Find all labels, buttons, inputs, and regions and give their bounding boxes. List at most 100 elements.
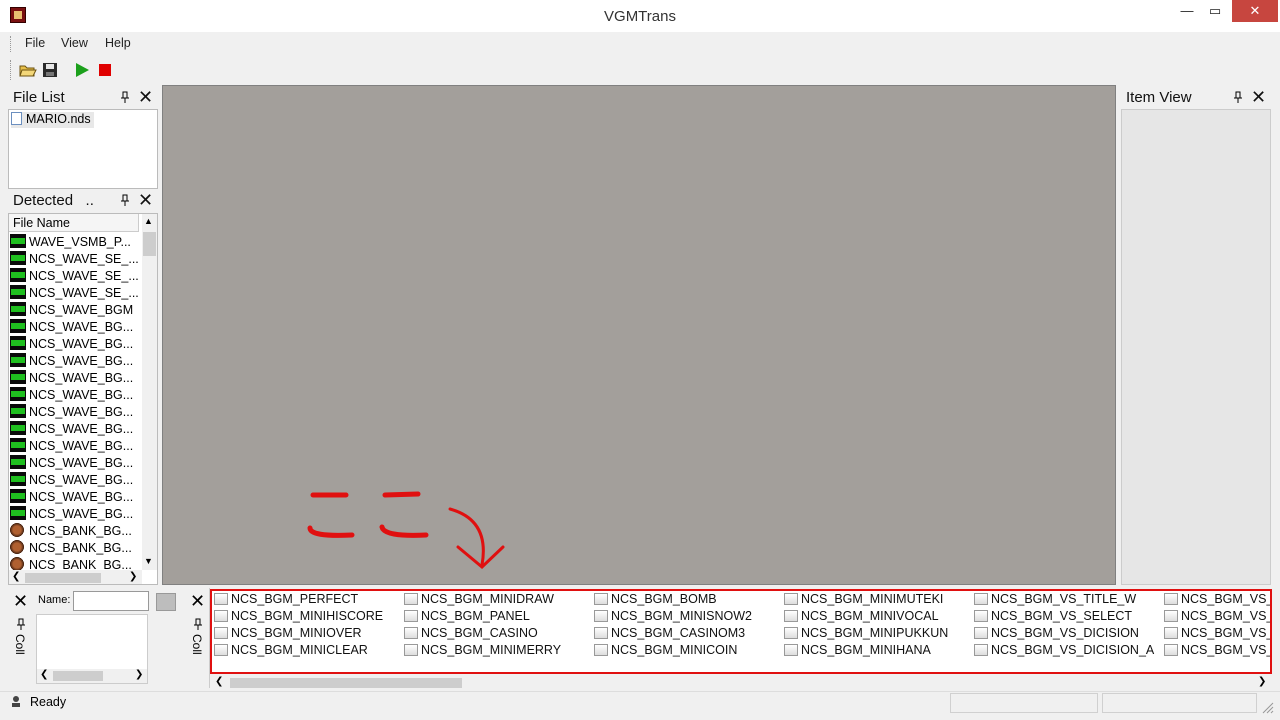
- collection-item[interactable]: NCS_BGM_VS_DICISION: [974, 625, 1139, 642]
- wave-icon: [10, 302, 26, 316]
- bank-icon: [10, 557, 24, 571]
- scroll-up-icon[interactable]: ▲: [144, 216, 153, 226]
- stop-icon[interactable]: [97, 62, 115, 78]
- detected-list-item[interactable]: NCS_WAVE_BG...: [10, 319, 148, 336]
- collection-item[interactable]: NCS_BGM_MINICLEAR: [214, 642, 368, 659]
- collection-label: NCS_BGM_VS_: [1181, 609, 1270, 623]
- file-list-title: File List: [13, 89, 65, 106]
- collection-label: NCS_BGM_MINIVOCAL: [801, 609, 939, 623]
- detected-list-item[interactable]: NCS_BANK_BG...: [10, 540, 148, 557]
- collection-item[interactable]: NCS_BGM_MINISNOW2: [594, 608, 752, 625]
- collection-item[interactable]: NCS_BGM_MINIHISCORE: [214, 608, 383, 625]
- pin-icon[interactable]: [120, 194, 130, 209]
- detected-list-item[interactable]: NCS_WAVE_SE_...: [10, 268, 148, 285]
- scroll-right-icon[interactable]: ❯: [1258, 676, 1266, 687]
- scroll-left-icon[interactable]: ❮: [215, 676, 223, 687]
- collection-item[interactable]: NCS_BGM_MINICOIN: [594, 642, 737, 659]
- detected-list-item[interactable]: NCS_WAVE_BG...: [10, 421, 148, 438]
- open-folder-icon[interactable]: [19, 62, 37, 78]
- detected-item-label: NCS_WAVE_BG...: [29, 388, 134, 402]
- detected-list-item[interactable]: NCS_WAVE_BG...: [10, 438, 148, 455]
- scroll-right-icon[interactable]: ❯: [129, 571, 137, 582]
- collection-icon: [404, 644, 418, 656]
- scroll-left-icon[interactable]: ❮: [12, 571, 20, 582]
- detected-list-item[interactable]: NCS_WAVE_SE_...: [10, 251, 148, 268]
- collection-item[interactable]: NCS_BGM_MINIVOCAL: [784, 608, 939, 625]
- detected-list-item[interactable]: NCS_WAVE_BG...: [10, 336, 148, 353]
- detected-list-item[interactable]: WAVE_VSMB_P...: [10, 234, 148, 251]
- collection-icon: [214, 627, 228, 639]
- collection-item[interactable]: NCS_BGM_PANEL: [404, 608, 530, 625]
- collection-item[interactable]: NCS_BGM_MINIHANA: [784, 642, 931, 659]
- file-list-item[interactable]: MARIO.nds: [11, 112, 94, 128]
- collection-item[interactable]: NCS_BGM_VS_DICISION_A: [974, 642, 1154, 659]
- vertical-scrollbar[interactable]: ▲ ▼: [142, 214, 157, 570]
- pin-icon[interactable]: [16, 618, 26, 633]
- collection-item[interactable]: NCS_BGM_CASINO: [404, 625, 538, 642]
- collection-icon: [974, 627, 988, 639]
- wave-icon: [10, 489, 26, 503]
- collection-item[interactable]: NCS_BGM_MINIMUTEKI: [784, 591, 943, 608]
- save-icon[interactable]: [42, 62, 60, 78]
- horizontal-scrollbar[interactable]: ❮ ❯: [37, 669, 147, 683]
- pin-icon[interactable]: [1233, 91, 1243, 106]
- close-button[interactable]: ✕: [1232, 0, 1278, 22]
- collection-item[interactable]: NCS_BGM_CASINOM3: [594, 625, 745, 642]
- scroll-thumb[interactable]: [230, 678, 462, 688]
- collection-item[interactable]: NCS_BGM_MINIPUKKUN: [784, 625, 948, 642]
- close-icon[interactable]: ✕: [190, 592, 205, 610]
- collection-item[interactable]: NCS_BGM_MINIOVER: [214, 625, 362, 642]
- wave-icon: [10, 353, 26, 367]
- column-header-file-name[interactable]: File Name: [9, 214, 139, 232]
- detected-list-item[interactable]: NCS_WAVE_BG...: [10, 489, 148, 506]
- horizontal-scrollbar[interactable]: ❮ ❯: [9, 570, 142, 584]
- detected-list-item[interactable]: NCS_WAVE_BG...: [10, 387, 148, 404]
- collection-item[interactable]: NCS_BGM_VS_: [1164, 608, 1270, 625]
- detected-list-item[interactable]: NCS_WAVE_BG...: [10, 455, 148, 472]
- close-icon[interactable]: ✕: [1251, 88, 1266, 106]
- play-icon[interactable]: [74, 62, 92, 78]
- detected-list-item[interactable]: NCS_WAVE_BG...: [10, 404, 148, 421]
- collection-item[interactable]: NCS_BGM_VS_: [1164, 642, 1270, 659]
- menu-view[interactable]: View: [61, 36, 88, 50]
- collection-item[interactable]: NCS_BGM_VS_SELECT: [974, 608, 1132, 625]
- scroll-thumb[interactable]: [143, 232, 156, 256]
- scroll-right-icon[interactable]: ❯: [135, 669, 143, 680]
- collections-items: NCS_BGM_PERFECT NCS_BGM_MINIHISCORE NCS_BG…: [212, 591, 1270, 667]
- menu-help[interactable]: Help: [105, 36, 131, 50]
- collection-item[interactable]: NCS_BGM_VS_: [1164, 625, 1270, 642]
- detected-list-item[interactable]: NCS_WAVE_SE_...: [10, 285, 148, 302]
- collection-item[interactable]: NCS_BGM_VS_: [1164, 591, 1270, 608]
- detected-list-item[interactable]: NCS_WAVE_BG...: [10, 506, 148, 523]
- name-button[interactable]: [156, 593, 176, 611]
- menu-file[interactable]: File: [25, 36, 45, 50]
- scroll-down-icon[interactable]: ▼: [144, 556, 153, 566]
- resize-grip-icon[interactable]: [1260, 700, 1274, 714]
- close-icon[interactable]: ✕: [138, 191, 153, 209]
- collection-item[interactable]: NCS_BGM_MINIDRAW: [404, 591, 554, 608]
- maximize-button[interactable]: ▭: [1200, 0, 1230, 22]
- close-icon[interactable]: ✕: [13, 592, 28, 610]
- collection-label: NCS_BGM_MINIDRAW: [421, 592, 554, 606]
- collection-icon: [404, 627, 418, 639]
- horizontal-scrollbar[interactable]: ❮ ❯: [212, 676, 1270, 690]
- collection-item[interactable]: NCS_BGM_MINIMERRY: [404, 642, 561, 659]
- detected-list-item[interactable]: NCS_WAVE_BG...: [10, 370, 148, 387]
- detected-list-item[interactable]: NCS_WAVE_BG...: [10, 353, 148, 370]
- scroll-thumb[interactable]: [53, 671, 103, 681]
- detected-item-label: NCS_WAVE_BG...: [29, 439, 134, 453]
- minimize-button[interactable]: —: [1172, 0, 1202, 22]
- collection-icon: [594, 627, 608, 639]
- collection-item[interactable]: NCS_BGM_PERFECT: [214, 591, 358, 608]
- detected-list-item[interactable]: NCS_WAVE_BGM: [10, 302, 148, 319]
- name-input[interactable]: [73, 591, 149, 611]
- scroll-left-icon[interactable]: ❮: [40, 669, 48, 680]
- collection-item[interactable]: NCS_BGM_BOMB: [594, 591, 717, 608]
- scroll-thumb[interactable]: [25, 573, 101, 583]
- pin-icon[interactable]: [120, 91, 130, 106]
- detected-list-item[interactable]: NCS_WAVE_BG...: [10, 472, 148, 489]
- detected-list-item[interactable]: NCS_BANK_BG...: [10, 523, 148, 540]
- collection-item[interactable]: NCS_BGM_VS_TITLE_W: [974, 591, 1136, 608]
- close-icon[interactable]: ✕: [138, 88, 153, 106]
- pin-icon[interactable]: [193, 618, 203, 633]
